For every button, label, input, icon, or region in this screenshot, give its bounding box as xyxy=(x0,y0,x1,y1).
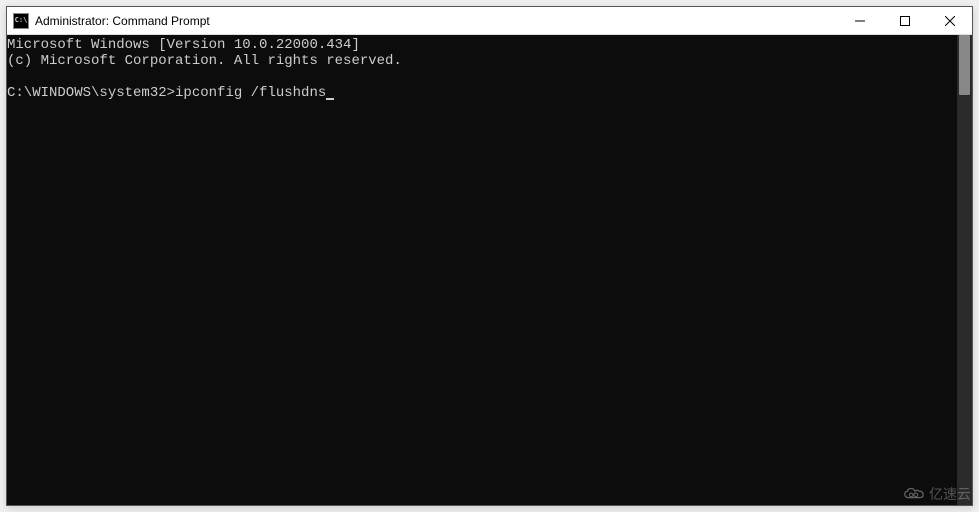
window-controls xyxy=(837,7,972,34)
watermark: 亿速云 xyxy=(903,484,971,504)
terminal-output[interactable]: Microsoft Windows [Version 10.0.22000.43… xyxy=(7,35,957,505)
terminal-line: Microsoft Windows [Version 10.0.22000.43… xyxy=(7,37,360,53)
terminal-prompt: C:\WINDOWS\system32> xyxy=(7,85,175,101)
minimize-button[interactable] xyxy=(837,7,882,34)
maximize-button[interactable] xyxy=(882,7,927,34)
terminal-command: ipconfig /flushdns xyxy=(175,85,326,101)
terminal-line: (c) Microsoft Corporation. All rights re… xyxy=(7,53,402,69)
window-title: Administrator: Command Prompt xyxy=(35,14,837,28)
terminal-area: Microsoft Windows [Version 10.0.22000.43… xyxy=(7,35,972,505)
app-icon: C:\ xyxy=(13,13,29,29)
maximize-icon xyxy=(900,16,910,26)
close-icon xyxy=(945,16,955,26)
close-button[interactable] xyxy=(927,7,972,34)
command-prompt-window: C:\ Administrator: Command Prompt Micros… xyxy=(6,6,973,506)
minimize-icon xyxy=(855,16,865,26)
titlebar[interactable]: C:\ Administrator: Command Prompt xyxy=(7,7,972,35)
watermark-text: 亿速云 xyxy=(929,484,971,504)
vertical-scrollbar[interactable] xyxy=(957,35,972,505)
cloud-icon xyxy=(903,486,925,502)
scrollbar-thumb[interactable] xyxy=(959,35,970,95)
cursor xyxy=(326,98,334,100)
